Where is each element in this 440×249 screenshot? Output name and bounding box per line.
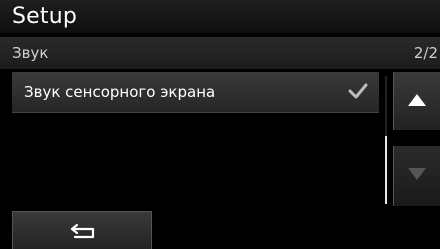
title-bar: Setup — [0, 0, 440, 33]
settings-list: Звук сенсорного экрана — [0, 72, 380, 208]
section-header: Звук 2/2 — [0, 37, 440, 69]
page-indicator: 2/2 — [413, 44, 438, 62]
list-item-touch-screen-sound[interactable]: Звук сенсорного экрана — [12, 72, 379, 113]
scroll-down-button[interactable] — [393, 146, 440, 206]
back-arrow-icon — [70, 223, 95, 239]
arrow-down-icon — [408, 168, 426, 180]
back-button[interactable] — [12, 211, 152, 249]
arrow-up-icon — [408, 94, 426, 106]
scroll-up-button[interactable] — [393, 72, 440, 130]
check-icon[interactable] — [347, 80, 369, 102]
setup-screen: Setup Звук 2/2 Звук сенсорного экрана — [0, 0, 440, 249]
page-title: Setup — [12, 4, 78, 29]
list-item-label: Звук сенсорного экрана — [24, 83, 216, 101]
section-title: Звук — [12, 44, 49, 62]
scrollbar-track[interactable] — [385, 76, 387, 204]
scrollbar-thumb[interactable] — [385, 136, 387, 204]
